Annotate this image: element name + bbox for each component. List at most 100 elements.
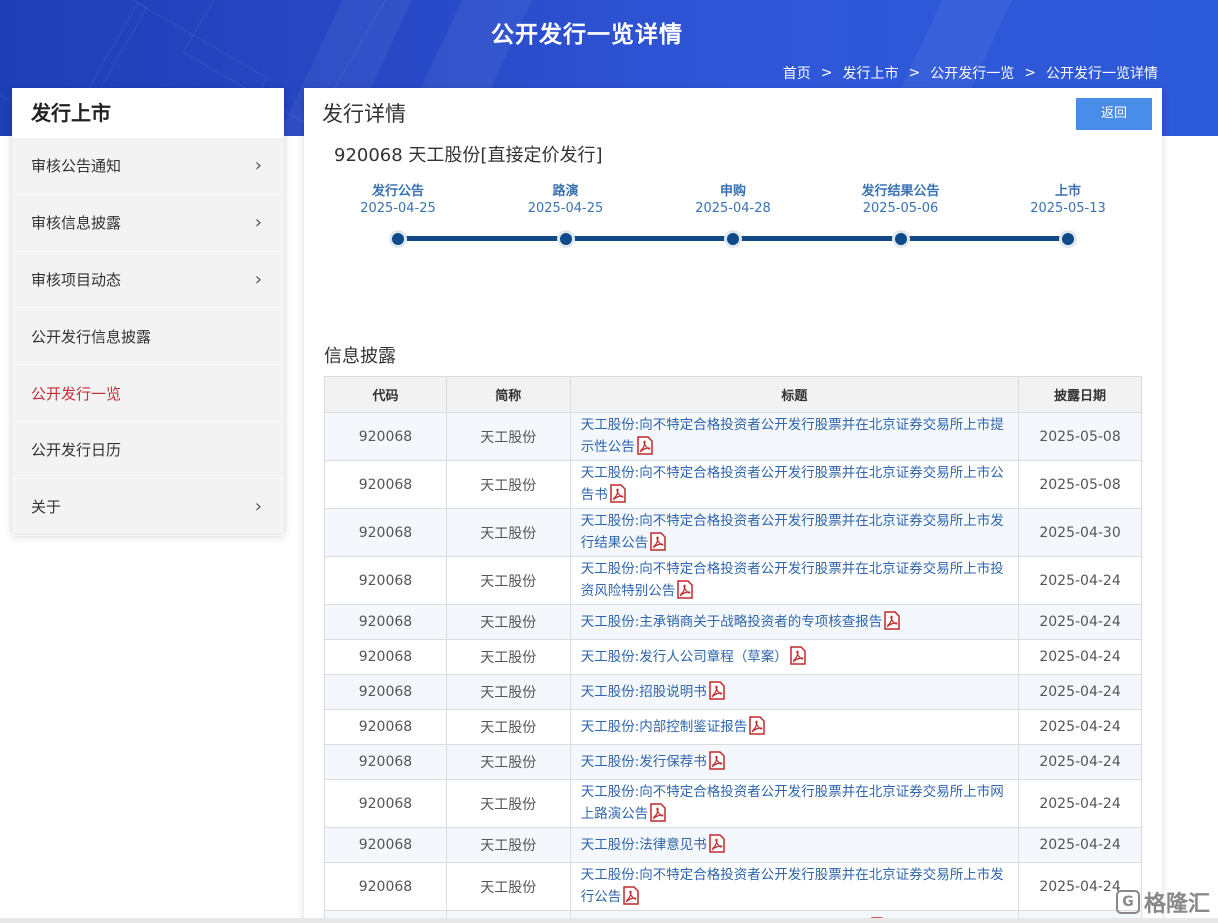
table-row: 920068 天工股份 天工股份:法律意见书 2025-04-24 (324, 827, 1142, 863)
chevron-right-icon: › (254, 496, 262, 518)
timeline-step-date: 2025-04-25 (360, 201, 436, 216)
cell-title: 天工股份:向不特定合格投资者公开发行股票并在北京证券交易所上市网上路演公告 (569, 779, 1020, 828)
cell-short-name: 天工股份 (445, 460, 571, 509)
cell-title: 天工股份:向不特定合格投资者公开发行股票并在北京证券交易所上市公告书 (569, 460, 1020, 509)
timeline-dot (556, 230, 575, 248)
sidebar-item[interactable]: 公开发行一览 (12, 365, 284, 422)
cell-code: 920068 (324, 827, 447, 863)
document-link[interactable]: 天工股份:向不特定合格投资者公开发行股票并在北京证券交易所上市发行公告 (581, 867, 1004, 905)
document-link[interactable]: 天工股份:发行人公司章程（草案） (581, 649, 788, 665)
pdf-icon[interactable] (749, 716, 766, 735)
breadcrumb-separator: > (908, 65, 921, 81)
timeline-step-name: 发行公告 (371, 184, 424, 199)
column-header-code: 代码 (324, 376, 447, 413)
sidebar-item[interactable]: 关于 › (12, 479, 284, 536)
pdf-icon[interactable] (636, 436, 653, 455)
breadcrumb-item[interactable]: 公开发行一览 (930, 63, 1014, 83)
pdf-icon[interactable] (650, 532, 666, 551)
issuance-timeline: 发行公告 2025-04-25 路演 2025-04-25 申购 2025-04-28 发行… (304, 180, 1162, 260)
pdf-icon[interactable] (709, 751, 725, 770)
section-title: 发行详情 (322, 102, 406, 126)
timeline-dot (724, 230, 742, 248)
pdf-icon[interactable] (709, 834, 725, 853)
cell-title: 天工股份:法律意见书 (569, 827, 1020, 863)
timeline-step-date: 2025-05-13 (1030, 201, 1106, 216)
cell-code: 920068 (324, 412, 447, 461)
breadcrumb-separator: > (1024, 65, 1036, 81)
document-link[interactable]: 天工股份:内部控制鉴证报告 (581, 719, 748, 735)
timeline-step-name: 发行结果公告 (861, 184, 940, 199)
document-link[interactable]: 天工股份:向不特定合格投资者公开发行股票并在北京证券交易所上市发行结果公告 (581, 513, 1004, 551)
cell-short-name: 天工股份 (445, 639, 571, 675)
sidebar-item-label: 公开发行信息披露 (31, 327, 152, 346)
document-link[interactable]: 天工股份:招股说明书 (581, 684, 707, 700)
cell-title: 天工股份:向不特定合格投资者公开发行股票并在北京证券交易所上市发行结果公告 (569, 508, 1020, 557)
watermark: G 格隆汇 (1116, 886, 1210, 918)
table-row: 920068 天工股份 天工股份:招股说明书 2025-04-24 (324, 674, 1142, 710)
cell-date: 2025-04-24 (1018, 674, 1142, 710)
cell-title: 天工股份:招股说明书 (569, 674, 1020, 710)
cell-code: 920068 (324, 744, 447, 780)
timeline-step-name: 申购 (719, 184, 746, 199)
column-header-short-name: 简称 (445, 376, 571, 413)
document-link[interactable]: 天工股份:发行保荐书 (581, 754, 707, 770)
sidebar-item-label: 审核公告通知 (31, 157, 122, 176)
timeline-step: 发行公告 2025-04-25 (328, 180, 468, 216)
document-link[interactable]: 天工股份:法律意见书 (581, 837, 707, 853)
document-link[interactable]: 天工股份:向不特定合格投资者公开发行股票并在北京证券交易所上市投资风险特别公告 (581, 561, 1004, 599)
sidebar-item-label: 关于 (31, 498, 62, 517)
timeline-step-date: 2025-05-06 (862, 201, 939, 216)
pdf-icon[interactable] (884, 611, 901, 630)
cell-code: 920068 (324, 460, 447, 509)
table-row: 920068 天工股份 天工股份:内部控制鉴证报告 2025-04-24 (324, 709, 1142, 745)
breadcrumb-item[interactable]: 首页 (783, 63, 811, 83)
cell-code: 920068 (324, 779, 447, 828)
timeline-step: 发行结果公告 2025-05-06 (831, 180, 971, 216)
document-link[interactable]: 天工股份:向不特定合格投资者公开发行股票并在北京证券交易所上市公告书 (581, 465, 1004, 503)
watermark-text: 格隆汇 (1144, 892, 1211, 917)
sidebar-item[interactable]: 公开发行日历 (12, 422, 284, 479)
pdf-icon[interactable] (677, 580, 693, 599)
table-row: 920068 天工股份 天工股份:主承销商关于战略投资者的专项核查报告 2025-04… (324, 604, 1142, 640)
timeline-step: 申购 2025-04-28 (663, 180, 803, 216)
sidebar: 发行上市 审核公告通知 › 审核信息披露 › 审核项目动态 › 公开发行信息披露 公开发行一览… (12, 88, 284, 536)
sidebar-item[interactable]: 审核项目动态 › (12, 252, 284, 309)
timeline-dot (1059, 230, 1077, 248)
table-row: 920068 天工股份 天工股份:向不特定合格投资者公开发行股票并在北京证券交易所上… (324, 508, 1142, 557)
breadcrumb-item[interactable]: 发行上市 (843, 63, 899, 83)
pdf-icon[interactable] (790, 646, 806, 665)
cell-code: 920068 (324, 709, 447, 745)
sidebar-item[interactable]: 公开发行信息披露 (12, 308, 284, 366)
page-bottom-border (0, 918, 1218, 923)
pdf-icon[interactable] (609, 484, 626, 503)
back-button[interactable]: 返回 (1076, 98, 1152, 130)
cell-short-name: 天工股份 (445, 779, 571, 828)
cell-date: 2025-04-24 (1018, 827, 1142, 863)
cell-title: 天工股份:发行人公司章程（草案） (569, 639, 1020, 675)
page-title: 公开发行一览详情 (491, 22, 683, 48)
table-row: 920068 天工股份 天工股份:发行人公司章程（草案） 2025-04-24 (324, 639, 1142, 675)
document-link[interactable]: 天工股份:主承销商关于战略投资者的专项核查报告 (581, 614, 883, 630)
watermark-logo-icon: G (1116, 890, 1140, 914)
pdf-icon[interactable] (650, 803, 666, 822)
table-header-row: 代码 简称 标题 披露日期 (324, 376, 1142, 413)
sidebar-item[interactable]: 审核公告通知 › (12, 138, 284, 195)
timeline-step: 路演 2025-04-25 (496, 180, 636, 216)
pdf-icon[interactable] (623, 886, 639, 905)
cell-title: 天工股份:发行保荐书 (569, 744, 1020, 780)
cell-code: 920068 (324, 862, 447, 911)
cell-date: 2025-04-24 (1018, 709, 1142, 745)
sidebar-item[interactable]: 审核信息披露 › (12, 195, 284, 252)
document-link[interactable]: 天工股份:向不特定合格投资者公开发行股票并在北京证券交易所上市网上路演公告 (581, 784, 1004, 822)
disclosure-table: 代码 简称 标题 披露日期 920068 天工股份 天工股份:向不特定合格投资者公开… (324, 376, 1142, 923)
chevron-right-icon: › (254, 155, 262, 177)
timeline-step-date: 2025-04-28 (695, 201, 771, 216)
cell-code: 920068 (324, 674, 447, 710)
table-row: 920068 天工股份 天工股份:发行保荐书 2025-04-24 (324, 744, 1142, 780)
pdf-icon[interactable] (709, 681, 725, 700)
cell-title: 天工股份:向不特定合格投资者公开发行股票并在北京证券交易所上市提示性公告 (569, 412, 1020, 461)
cell-title: 天工股份:内部控制鉴证报告 (569, 709, 1020, 745)
cell-date: 2025-04-30 (1018, 508, 1142, 557)
cell-date: 2025-05-08 (1018, 460, 1142, 509)
cell-short-name: 天工股份 (445, 827, 571, 863)
